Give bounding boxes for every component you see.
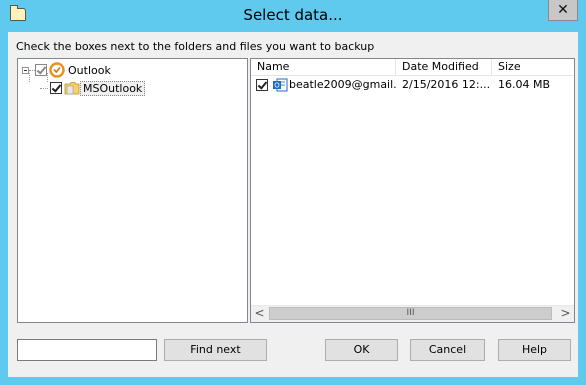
column-header-date-modified[interactable]: Date Modified — [396, 59, 492, 75]
find-next-button[interactable]: Find next — [164, 339, 267, 361]
horizontal-scrollbar[interactable]: < III > — [251, 305, 574, 322]
folder-icon — [64, 82, 80, 95]
ok-button[interactable]: OK — [325, 339, 398, 361]
list-item[interactable]: O beatle2009@gmail.... 2/15/2016 12:... … — [251, 77, 574, 93]
cancel-button[interactable]: Cancel — [410, 339, 485, 361]
collapse-icon[interactable] — [22, 66, 29, 74]
tree-node-msoutlook[interactable]: MSOutlook — [40, 80, 146, 96]
column-header-name[interactable]: Name — [251, 59, 396, 75]
list-header: Name Date Modified Size — [251, 59, 574, 76]
tree-label-msoutlook: MSOutlook — [80, 80, 146, 96]
find-input[interactable] — [17, 339, 157, 361]
window-title: Select data... — [243, 6, 343, 24]
outlook-pst-icon: O — [273, 78, 288, 92]
title-bar[interactable]: Select data... ✕ — [0, 0, 586, 32]
scrollbar-thumb[interactable]: III — [269, 307, 552, 320]
outlook-checkbox[interactable] — [35, 64, 47, 76]
file-date-modified: 2/15/2016 12:... — [402, 78, 490, 91]
tree-label-outlook: Outlook — [68, 63, 111, 77]
file-checkbox[interactable] — [256, 79, 268, 91]
tree-line — [40, 87, 48, 89]
help-button[interactable]: Help — [498, 339, 571, 361]
instructions-label: Check the boxes next to the folders and … — [16, 40, 375, 53]
svg-text:O: O — [274, 82, 280, 90]
folder-tree[interactable]: Outlook MSOutlook — [17, 58, 248, 323]
dialog-body: Check the boxes next to the folders and … — [8, 32, 578, 377]
column-header-size[interactable]: Size — [492, 59, 574, 75]
pst-icon-cell: O — [272, 77, 288, 93]
file-checkbox-cell — [256, 79, 268, 95]
scroll-left-icon[interactable]: < — [251, 306, 268, 322]
close-button[interactable]: ✕ — [548, 0, 578, 21]
scroll-right-icon[interactable]: > — [557, 306, 574, 322]
msoutlook-checkbox[interactable] — [50, 82, 62, 94]
outlook-icon — [49, 62, 65, 78]
file-size: 16.04 MB — [498, 78, 551, 91]
file-list[interactable]: Name Date Modified Size O beatle2009@gma… — [250, 58, 575, 323]
file-name: beatle2009@gmail.... — [289, 78, 396, 91]
tree-node-outlook[interactable]: Outlook — [22, 62, 114, 78]
